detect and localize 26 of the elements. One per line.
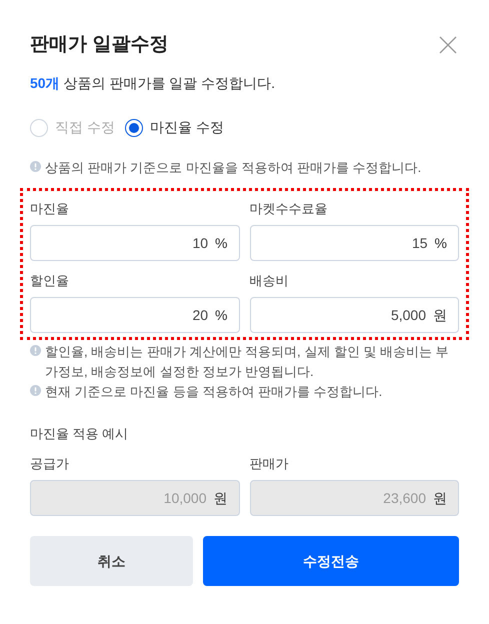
close-button[interactable] [439,35,459,55]
dialog-title: 판매가 일괄수정 [30,33,168,57]
cancel-button[interactable]: 취소 [30,536,193,586]
input-field[interactable]: 20 % [30,297,240,333]
submit-button[interactable]: 수정전송 [203,536,459,586]
section-title: 마진율 적용 예시 [30,425,130,443]
field-label: 할인율 [30,272,70,290]
info-icon [30,385,41,396]
info-icon [30,345,41,356]
info-icon [30,161,41,172]
field-label: 마진율 [30,200,70,218]
info-text: 할인율, 배송비는 판매가 계산에만 적용되며, 실제 할인 및 배송비는 부가정보, 배송정보에 설정한 정보가 반영됩니다. [45,343,450,381]
input-field: 23,600 원 [250,480,459,516]
summary-text: 50개 상품의 판매가를 일괄 수정합니다. [30,74,276,93]
field-label: 마켓수수료율 [250,200,328,218]
input-field: 10,000 원 [30,480,240,516]
input-field[interactable]: 15 % [250,225,459,261]
input-field[interactable]: 10 % [30,225,240,261]
info-text: 현재 기준으로 마진율 등을 적용하여 판매가를 수정합니다. [45,383,382,401]
field-label: 판매가 [250,455,290,473]
field-label: 배송비 [250,272,290,290]
field-label: 공급가 [30,455,70,473]
close-icon [439,36,457,54]
input-field[interactable]: 5,000 원 [250,297,459,333]
radio-option[interactable]: 마진율 수정 [124,117,224,138]
info-text: 상품의 판매가 기준으로 마진율을 적용하여 판매가를 수정합니다. [45,159,422,177]
